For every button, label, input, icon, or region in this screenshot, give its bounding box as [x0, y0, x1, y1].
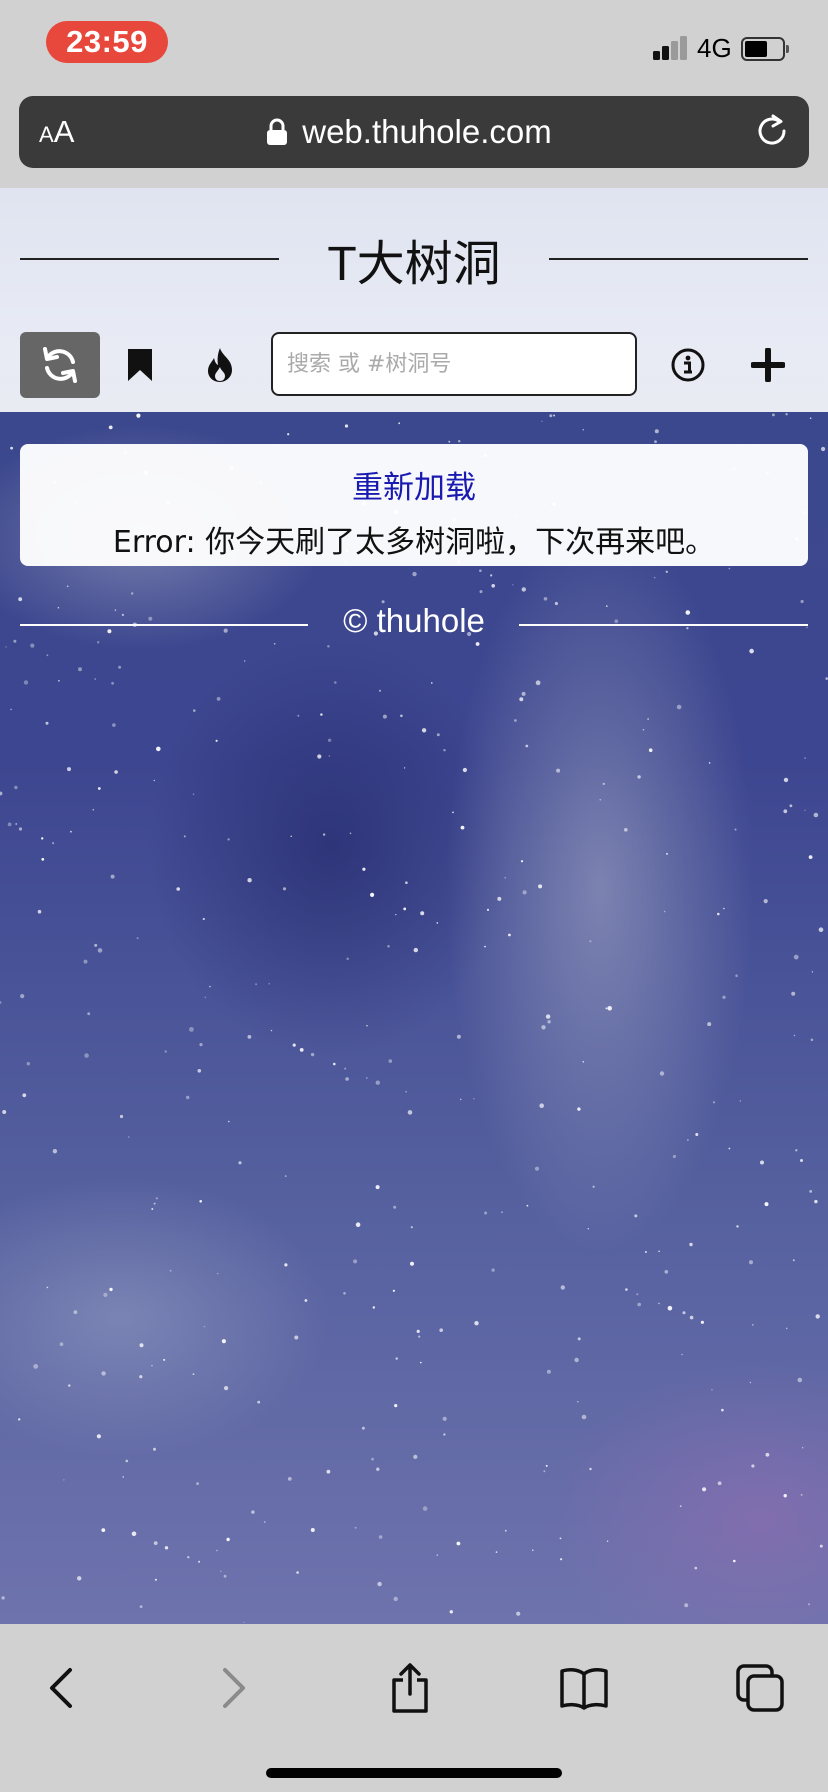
bookmark-icon — [128, 349, 152, 381]
forward-icon — [223, 1668, 245, 1708]
error-message: Error: 你今天刷了太多树洞啦，下次再来吧。 — [112, 525, 716, 560]
address-bar[interactable]: AA web.thuhole.com — [19, 96, 809, 168]
hot-button[interactable] — [180, 332, 260, 398]
status-time[interactable]: 23:59 — [46, 21, 168, 63]
app-toolbar — [0, 332, 828, 398]
flame-icon — [208, 348, 232, 382]
status-bar: 23:59 4G — [0, 0, 828, 88]
bookmarks-icon — [560, 1668, 608, 1710]
bookmarks-button[interactable] — [554, 1658, 614, 1718]
battery-icon — [741, 37, 789, 61]
reload-icon[interactable] — [753, 112, 791, 150]
tabs-icon — [736, 1664, 784, 1712]
lock-icon — [267, 118, 288, 145]
refresh-icon — [43, 347, 77, 383]
url-field[interactable]: web.thuhole.com — [19, 96, 809, 168]
back-button[interactable] — [31, 1658, 91, 1718]
info-icon — [671, 348, 705, 382]
plus-icon — [751, 348, 785, 382]
refresh-button[interactable] — [20, 332, 100, 398]
network-type: 4G — [697, 33, 732, 63]
title-divider-right — [549, 258, 808, 260]
footer-copyright: © thuhole — [343, 602, 485, 639]
back-icon — [50, 1668, 72, 1708]
info-button[interactable] — [648, 332, 728, 398]
browser-bottom-toolbar — [0, 1624, 828, 1792]
app-header: T大树洞 — [0, 188, 828, 412]
reload-link[interactable]: 重新加载 — [20, 462, 808, 507]
share-button[interactable] — [380, 1658, 440, 1718]
forward-button[interactable] — [204, 1658, 264, 1718]
url-text: web.thuhole.com — [302, 113, 552, 150]
web-page: T大树洞 搜索 或 #树洞号 重新加载 Error: 你今天刷了太多树洞啦，下次… — [0, 188, 828, 1624]
error-card: 重新加载 Error: 你今天刷了太多树洞啦，下次再来吧。 — [20, 444, 808, 566]
home-indicator — [266, 1768, 562, 1778]
new-post-button[interactable] — [728, 332, 808, 398]
bookmark-button[interactable] — [100, 332, 180, 398]
search-input[interactable] — [271, 332, 637, 396]
cellular-signal-icon — [653, 36, 689, 60]
footer-divider-right — [519, 624, 808, 626]
tabs-button[interactable] — [730, 1658, 790, 1718]
share-icon — [392, 1663, 428, 1713]
